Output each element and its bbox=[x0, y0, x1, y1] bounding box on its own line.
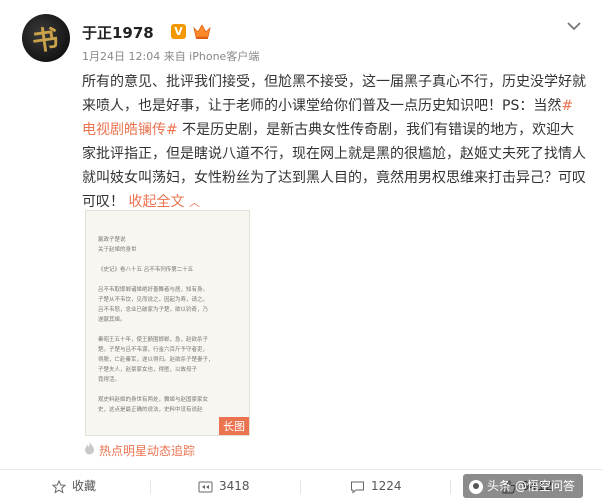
repost-button[interactable]: 3418 bbox=[198, 470, 250, 503]
comment-button[interactable]: 1224 bbox=[350, 470, 402, 503]
post-text-part1: 所有的意见、批评我们接受，但尬黑不接受，这一届黑子真心不行，历史没学好就来喷人，… bbox=[82, 74, 586, 114]
avatar-calligraphy-icon: 书 bbox=[30, 24, 61, 58]
watermark-text: 头条 @悟空问答 bbox=[487, 479, 575, 493]
topic-label[interactable]: 热点明星动态追踪 bbox=[99, 444, 195, 458]
watermark: 头条 @悟空问答 bbox=[463, 474, 583, 498]
favorite-button[interactable]: 收藏 bbox=[51, 470, 97, 503]
long-image-thumbnail[interactable]: 嬴政子楚说 关于赵姬的身世 《史记》卷八十五 吕不韦列传第二十五 吕不韦取邯郸诸… bbox=[85, 210, 250, 436]
action-separator bbox=[150, 480, 151, 494]
comment-count: 1224 bbox=[371, 479, 402, 493]
repost-icon bbox=[198, 481, 213, 492]
action-separator bbox=[450, 480, 451, 494]
collapse-text-link[interactable]: 收起全文 bbox=[128, 194, 184, 210]
favorite-label: 收藏 bbox=[72, 479, 97, 493]
post-content: 所有的意见、批评我们接受，但尬黑不接受，这一届黑子真心不行，历史没学好就来喷人，… bbox=[82, 70, 587, 215]
action-separator bbox=[300, 480, 301, 494]
chevron-down-icon[interactable] bbox=[566, 20, 582, 32]
verified-badge-icon: V bbox=[171, 24, 186, 39]
collapse-arrow-icon[interactable]: ︿ bbox=[189, 196, 200, 209]
crown-badge-icon bbox=[193, 24, 211, 39]
repost-count: 3418 bbox=[219, 479, 250, 493]
comment-icon bbox=[351, 481, 364, 494]
avatar[interactable]: 书 bbox=[22, 14, 70, 62]
fire-icon bbox=[84, 442, 95, 458]
post-meta: 1月24日 12:04 来自 iPhone客户端 bbox=[82, 50, 260, 63]
star-icon bbox=[51, 479, 67, 494]
watermark-logo-icon bbox=[469, 479, 483, 494]
username[interactable]: 于正1978 bbox=[82, 22, 154, 43]
long-image-badge: 长图 bbox=[219, 417, 249, 435]
topic-link[interactable]: 热点明星动态追踪 bbox=[84, 442, 195, 459]
long-image-text: 嬴政子楚说 关于赵姬的身世 《史记》卷八十五 吕不韦列传第二十五 吕不韦取邯郸诸… bbox=[98, 237, 214, 413]
